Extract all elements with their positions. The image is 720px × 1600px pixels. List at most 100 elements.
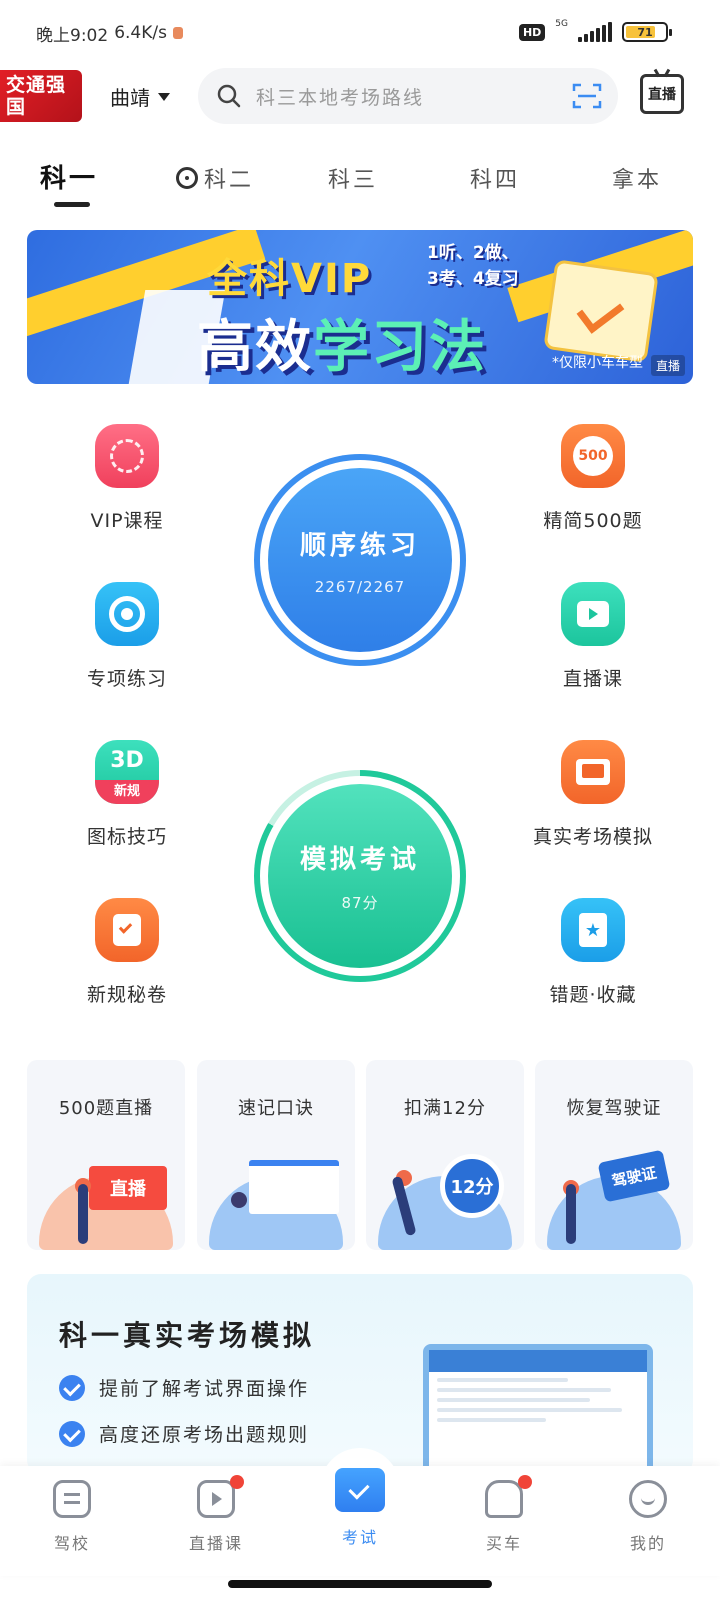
battery-icon: 71 bbox=[622, 22, 672, 42]
tab-get-license[interactable]: 拿本 bbox=[612, 162, 662, 194]
status-time: 晚上9:02 bbox=[36, 25, 109, 46]
live-course-button[interactable]: 直播课 bbox=[513, 582, 673, 691]
folder-check-icon bbox=[335, 1468, 385, 1512]
tab-label: 科二 bbox=[204, 168, 255, 193]
card-restore-license[interactable]: 恢复驾驶证 驾驶证 bbox=[535, 1060, 693, 1250]
sign-tips-button[interactable]: 3D 新规 图标技巧 bbox=[47, 740, 207, 849]
scan-icon[interactable] bbox=[572, 82, 602, 110]
points-badge: 12分 bbox=[440, 1154, 504, 1218]
person-figure bbox=[78, 1184, 88, 1244]
real-exam-label: 真实考场模拟 bbox=[532, 826, 653, 848]
vip-course-label: VIP课程 bbox=[90, 510, 164, 532]
nav-driving-school[interactable]: 驾校 bbox=[22, 1480, 122, 1554]
car-icon bbox=[485, 1475, 532, 1518]
vip-course-button[interactable]: VIP课程 bbox=[47, 424, 207, 533]
card-memory-tips[interactable]: 速记口诀 bbox=[197, 1060, 355, 1250]
promo-title: 科一真实考场模拟 bbox=[59, 1319, 316, 1352]
wrong-saved-button[interactable]: ★ 错题·收藏 bbox=[513, 898, 673, 1007]
tv-play-icon bbox=[197, 1475, 244, 1518]
tab-label: 科四 bbox=[470, 168, 521, 193]
search-placeholder: 科三本地考场路线 bbox=[256, 86, 425, 109]
screen-line bbox=[437, 1398, 590, 1402]
person-figure bbox=[231, 1192, 247, 1208]
mock-exam-score: 87分 bbox=[341, 894, 379, 912]
screen-line bbox=[437, 1418, 546, 1422]
home-indicator[interactable] bbox=[228, 1580, 492, 1588]
search-icon bbox=[217, 84, 241, 108]
nav-label: 直播课 bbox=[188, 1534, 243, 1553]
tab-subject-2[interactable]: 科二 bbox=[176, 162, 254, 194]
monitor-icon bbox=[561, 740, 625, 804]
live-tv-button[interactable]: 直播 bbox=[640, 74, 684, 114]
tab-label: 拿本 bbox=[612, 168, 663, 193]
mock-exam-button[interactable]: 模拟考试 87分 bbox=[254, 770, 466, 982]
real-exam-promo[interactable]: 科一真实考场模拟 提前了解考试界面操作 高度还原考场出题规则 bbox=[27, 1274, 693, 1474]
tab-subject-3[interactable]: 科三 bbox=[328, 162, 378, 194]
vip-banner[interactable]: 全科VIP 1听、2做、 3考、4复习 高效学习法 *仅限小车车型 直播 bbox=[27, 230, 693, 384]
tab-label: 科一 bbox=[40, 164, 99, 194]
bottom-nav: 驾校 直播课 考试 买车 我的 bbox=[0, 1448, 720, 1576]
tab-active-indicator bbox=[54, 202, 90, 207]
city-label: 曲靖 bbox=[110, 86, 150, 110]
banner-title-part: VIP bbox=[291, 256, 373, 302]
new-rules-paper-button[interactable]: 新规秘卷 bbox=[47, 898, 207, 1007]
nav-label: 我的 bbox=[629, 1534, 666, 1553]
promo-point-text: 提前了解考试界面操作 bbox=[99, 1378, 310, 1400]
nav-exam[interactable]: 考试 bbox=[310, 1468, 410, 1548]
screen-line bbox=[437, 1408, 623, 1412]
card-12-points[interactable]: 扣满12分 12分 bbox=[366, 1060, 524, 1250]
nav-buy-car[interactable]: 买车 bbox=[454, 1475, 554, 1554]
banner-title-part: 学习法 bbox=[313, 315, 487, 380]
status-network-speed: 6.4K/s bbox=[114, 23, 167, 43]
nav-profile[interactable]: 我的 bbox=[598, 1480, 698, 1554]
sequence-practice-progress: 2267/2267 bbox=[314, 577, 406, 596]
clock-icon bbox=[95, 424, 159, 488]
tab-subject-4[interactable]: 科四 bbox=[470, 162, 520, 194]
person-figure bbox=[566, 1184, 576, 1244]
board-illustration bbox=[249, 1160, 339, 1214]
live-course-label: 直播课 bbox=[562, 668, 623, 690]
banner-title-part: 全科 bbox=[207, 256, 291, 302]
mock-exam-circle: 模拟考试 87分 bbox=[268, 784, 452, 968]
card-title: 扣满12分 bbox=[404, 1098, 486, 1119]
banner-title-line1: 全科VIP bbox=[207, 246, 372, 304]
screen-line bbox=[437, 1388, 612, 1392]
city-selector[interactable]: 曲靖 bbox=[110, 82, 170, 111]
notification-dot bbox=[518, 1475, 532, 1489]
steering-wheel-icon bbox=[176, 167, 198, 189]
promo-point-text: 高度还原考场出题规则 bbox=[99, 1424, 310, 1446]
bookmark-star-icon: ★ bbox=[561, 898, 625, 962]
banner-subtitle-line: 3考、4复习 bbox=[427, 269, 519, 289]
real-exam-button[interactable]: 真实考场模拟 bbox=[513, 740, 673, 849]
notification-icon bbox=[172, 27, 183, 39]
live-board: 直播 bbox=[89, 1166, 167, 1210]
sign-tips-glyph: 3D bbox=[110, 748, 144, 773]
mock-exam-title: 模拟考试 bbox=[299, 845, 420, 875]
badge-500-text: 500 bbox=[573, 436, 613, 476]
sequence-practice-button[interactable]: 顺序练习 2267/2267 bbox=[254, 454, 466, 666]
tab-label: 科三 bbox=[328, 168, 379, 193]
banner-title-part: 高效 bbox=[197, 315, 313, 380]
search-bar[interactable]: 科三本地考场路线 bbox=[198, 68, 618, 124]
app-logo[interactable]: 交通强国 bbox=[0, 70, 82, 122]
special-practice-label: 专项练习 bbox=[86, 668, 167, 690]
nav-label: 买车 bbox=[485, 1534, 522, 1553]
banner-title-line2: 高效学习法 bbox=[197, 302, 487, 383]
special-practice-button[interactable]: 专项练习 bbox=[47, 582, 207, 691]
new-rules-paper-label: 新规秘卷 bbox=[86, 984, 167, 1006]
promo-point: 高度还原考场出题规则 bbox=[59, 1420, 309, 1447]
screen-line bbox=[437, 1378, 568, 1382]
tab-subject-1[interactable]: 科一 bbox=[40, 158, 98, 195]
battery-level: 71 bbox=[637, 25, 653, 39]
caret-down-icon bbox=[158, 92, 170, 101]
new-rules-badge: 新规 bbox=[95, 780, 159, 804]
500-badge-icon: 500 bbox=[561, 424, 625, 488]
video-play-icon bbox=[561, 582, 625, 646]
live-tv-label: 直播 bbox=[648, 87, 676, 103]
card-500-live[interactable]: 500题直播 直播 bbox=[27, 1060, 185, 1250]
nav-live-course[interactable]: 直播课 bbox=[166, 1475, 266, 1554]
selected-500-button[interactable]: 500 精简500题 bbox=[513, 424, 673, 533]
sequence-practice-circle: 顺序练习 2267/2267 bbox=[268, 468, 452, 652]
subject-tabs: 科一 科二 科三 科四 拿本 bbox=[0, 150, 720, 210]
banner-live-tag: 直播 bbox=[650, 355, 685, 376]
